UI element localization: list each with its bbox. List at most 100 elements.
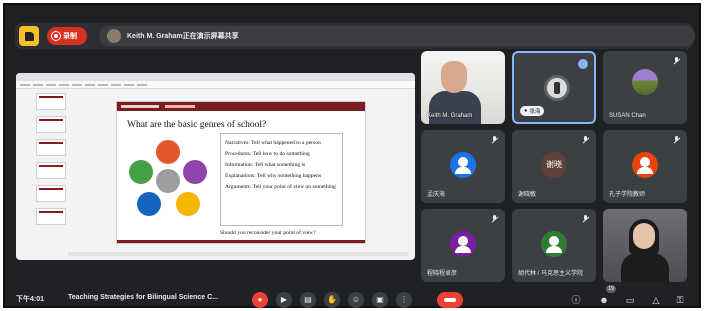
avatar-initials: 谢晓 bbox=[546, 160, 562, 169]
mic-toggle-button[interactable]: ● bbox=[252, 292, 268, 308]
participant-name: 谢晓敏 bbox=[518, 192, 537, 198]
chat-button[interactable]: ▭ bbox=[624, 294, 636, 306]
participant-name: Keith M. Graham bbox=[427, 113, 473, 119]
participant-face bbox=[441, 61, 467, 93]
genre-wheel-diagram bbox=[127, 140, 209, 222]
meet-window: 录制 Keith M. Graham正在演示屏幕共享 What are the … bbox=[3, 3, 701, 308]
browser-tab-strip bbox=[16, 73, 415, 81]
slide-thumbnails bbox=[22, 93, 68, 251]
mic-off-icon bbox=[491, 215, 499, 223]
person-icon bbox=[637, 156, 653, 174]
wheel-petal bbox=[137, 192, 161, 216]
people-icon: ☻ bbox=[599, 295, 609, 305]
participant-tile[interactable] bbox=[603, 209, 687, 282]
speaking-indicator-icon bbox=[578, 59, 588, 69]
genre-item: Explanations: Tell why something happens bbox=[225, 173, 322, 179]
mic-off-icon bbox=[491, 136, 499, 144]
mic-off-icon: ● bbox=[257, 295, 263, 304]
meeting-clock: 下午4:01 bbox=[16, 296, 45, 303]
participant-tile[interactable]: SUSAN Chan bbox=[603, 51, 687, 124]
emoji-icon: ☺ bbox=[351, 295, 361, 304]
lock-icon: ⚿ bbox=[676, 295, 684, 305]
avatar bbox=[541, 230, 567, 257]
self-name-label: ● 张海 bbox=[520, 106, 545, 116]
more-options-button[interactable]: ⋮ bbox=[396, 292, 412, 308]
info-icon: ⓘ bbox=[571, 295, 581, 305]
wheel-center bbox=[156, 169, 180, 193]
slide-thumbnail bbox=[36, 93, 66, 110]
participant-tile[interactable]: 孟庆海 bbox=[421, 130, 505, 203]
more-vert-icon: ⋮ bbox=[400, 295, 408, 304]
slide-thumbnail bbox=[36, 116, 66, 133]
leave-call-button[interactable] bbox=[437, 292, 463, 308]
recording-indicator[interactable]: 录制 bbox=[47, 27, 87, 45]
slide-thumbnail bbox=[36, 185, 66, 202]
participant-name: 张海 bbox=[529, 109, 541, 115]
meeting-title[interactable]: Teaching Strategies for Bilingual Scienc… bbox=[68, 294, 218, 301]
camera-toggle-button[interactable]: ▶ bbox=[276, 292, 292, 308]
wheel-petal bbox=[183, 160, 207, 184]
slide-footer-band bbox=[117, 240, 365, 243]
genre-item: Arguments: Tell your point of view on so… bbox=[225, 184, 336, 190]
shared-screen[interactable]: What are the basic genres of school? Nar… bbox=[16, 73, 415, 260]
captions-button[interactable]: ▤ bbox=[300, 292, 316, 308]
participant-count-badge: 19 bbox=[606, 285, 616, 293]
emoji-button[interactable]: ☺ bbox=[348, 292, 364, 308]
participant-name: 程晓程卓彦 bbox=[427, 271, 458, 277]
slide-title: What are the basic genres of school? bbox=[127, 120, 267, 130]
camera-icon: ▶ bbox=[280, 295, 288, 304]
self-tile[interactable]: ● 张海 bbox=[512, 51, 596, 124]
avatar-photo bbox=[632, 69, 658, 95]
person-icon bbox=[455, 235, 471, 253]
participant-name: SUSAN Chan bbox=[609, 113, 646, 119]
participant-tile[interactable]: 谢晓 谢晓敏 bbox=[512, 130, 596, 203]
presenter-banner[interactable]: Keith M. Graham正在演示屏幕共享 bbox=[99, 26, 695, 46]
avatar: 谢晓 bbox=[541, 151, 567, 178]
participant-tile[interactable]: 孔子学院教师 bbox=[603, 130, 687, 203]
avatar bbox=[632, 151, 658, 178]
participant-tile[interactable]: 程晓程卓彦 bbox=[421, 209, 505, 282]
slides-toolbar bbox=[16, 81, 415, 89]
slide-question: Should you reconsider your point of view… bbox=[220, 230, 316, 236]
participant-tile[interactable]: Keith M. Graham bbox=[421, 51, 505, 124]
captions-icon: ▤ bbox=[304, 295, 312, 304]
participant-tile[interactable]: 胡代林 / 马克思主义学院 bbox=[512, 209, 596, 282]
mic-off-icon bbox=[673, 136, 681, 144]
raise-hand-button[interactable]: ✋ bbox=[324, 292, 340, 308]
mic-off-icon bbox=[582, 215, 590, 223]
slide-thumbnail bbox=[36, 139, 66, 156]
current-slide: What are the basic genres of school? Nar… bbox=[116, 101, 366, 244]
hangup-icon bbox=[444, 298, 456, 302]
genre-item: Procedures: Tell how to do something bbox=[225, 151, 310, 157]
self-avatar bbox=[544, 75, 570, 101]
meeting-info-button[interactable]: ⓘ bbox=[570, 294, 582, 306]
presenter-label: Keith M. Graham正在演示屏幕共享 bbox=[127, 33, 239, 40]
top-bar: 录制 Keith M. Graham正在演示屏幕共享 bbox=[15, 23, 695, 49]
present-button[interactable]: ▣ bbox=[372, 292, 388, 308]
mic-icon: ● bbox=[524, 108, 528, 114]
activities-button[interactable]: △ bbox=[650, 294, 662, 306]
wheel-petal bbox=[156, 140, 180, 164]
wheel-petal bbox=[129, 160, 153, 184]
slide-thumbnail bbox=[36, 208, 66, 225]
person-icon bbox=[455, 156, 471, 174]
people-button[interactable]: ☻ bbox=[598, 294, 610, 306]
mic-off-icon bbox=[582, 136, 590, 144]
participant-video bbox=[429, 91, 481, 124]
genre-item: Information: Tell what something is bbox=[225, 162, 306, 168]
host-controls-button[interactable]: ⚿ bbox=[674, 294, 686, 306]
participant-name: 胡代林 / 马克思主义学院 bbox=[518, 271, 584, 277]
participant-body bbox=[621, 253, 669, 282]
meet-logo-icon bbox=[19, 26, 39, 46]
presenter-avatar bbox=[107, 29, 121, 43]
slides-status-bar bbox=[68, 252, 408, 256]
bottom-bar: 下午4:01 Teaching Strategies for Bilingual… bbox=[10, 285, 704, 311]
avatar bbox=[450, 230, 476, 257]
activities-icon: △ bbox=[652, 295, 660, 305]
chat-icon: ▭ bbox=[625, 295, 635, 305]
mic-off-icon bbox=[673, 57, 681, 65]
present-icon: ▣ bbox=[376, 295, 384, 304]
participant-face bbox=[633, 223, 655, 249]
genre-item: Narratives: Tell what happened to a pers… bbox=[225, 140, 321, 146]
avatar bbox=[450, 151, 476, 178]
